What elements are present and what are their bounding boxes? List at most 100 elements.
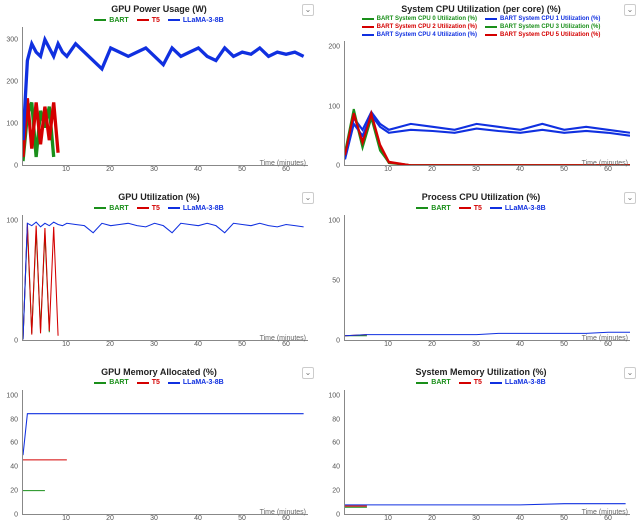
y-tick-label: 20: [10, 488, 18, 495]
x-tick-label: 30: [150, 515, 158, 522]
plot-area[interactable]: 020406080100Time (minutes)102030405060: [324, 390, 638, 527]
legend-item[interactable]: T5: [459, 203, 482, 213]
x-tick-label: 60: [604, 166, 612, 173]
y-tick-label: 40: [332, 464, 340, 471]
panel-proc_cpu: Process CPU Utilization (%)⌄BARTT5LLaMA-…: [324, 192, 638, 352]
x-tick-label: 20: [428, 515, 436, 522]
chart-title: System CPU Utilization (per core) (%): [324, 4, 638, 14]
legend-item[interactable]: T5: [459, 378, 482, 388]
plot-area[interactable]: 020406080100Time (minutes)102030405060: [2, 390, 316, 527]
chart-menu-icon[interactable]: ⌄: [302, 367, 314, 379]
legend-item[interactable]: BART: [94, 203, 128, 213]
x-tick-label: 40: [194, 341, 202, 348]
series-line: [345, 113, 630, 165]
chart-menu-icon[interactable]: ⌄: [624, 367, 636, 379]
x-tick-label: 40: [194, 515, 202, 522]
legend-label: BART System CPU 2 Utilization (%): [377, 23, 477, 31]
legend-item[interactable]: LLaMA-3-8B: [168, 15, 224, 25]
y-tick-label: 0: [14, 163, 18, 170]
x-tick-label: 20: [106, 166, 114, 173]
legend-label: BART System CPU 3 Utilization (%): [500, 23, 600, 31]
y-tick-label: 100: [328, 218, 340, 225]
legend-swatch: [485, 34, 497, 36]
legend-label: BART System CPU 0 Utilization (%): [377, 15, 477, 23]
plot: Time (minutes): [22, 390, 308, 515]
legend-label: LLaMA-3-8B: [183, 16, 224, 25]
chart-title: GPU Utilization (%): [2, 192, 316, 202]
x-tick-label: 30: [472, 166, 480, 173]
y-tick-label: 100: [328, 392, 340, 399]
x-tick-label: 10: [384, 166, 392, 173]
chart-menu-icon[interactable]: ⌄: [624, 192, 636, 204]
x-tick-label: 50: [560, 166, 568, 173]
legend-item[interactable]: LLaMA-3-8B: [490, 378, 546, 388]
y-axis: 050100: [324, 215, 342, 340]
x-tick-label: 60: [604, 341, 612, 348]
legend-item[interactable]: LLaMA-3-8B: [168, 378, 224, 388]
legend-swatch: [416, 382, 428, 384]
plot-area[interactable]: 050100Time (minutes)102030405060: [324, 215, 638, 352]
plot: Time (minutes): [344, 215, 630, 340]
legend-item[interactable]: BART: [416, 378, 450, 388]
x-axis: 102030405060: [22, 166, 308, 178]
legend-item[interactable]: BART System CPU 0 Utilization (%): [362, 15, 477, 23]
chart-title: System Memory Utilization (%): [324, 367, 638, 377]
y-tick-label: 100: [6, 121, 18, 128]
x-tick-label: 40: [516, 341, 524, 348]
x-tick-label: 50: [238, 166, 246, 173]
legend-swatch: [459, 207, 471, 209]
y-tick-label: 200: [6, 78, 18, 85]
legend-swatch: [490, 382, 502, 384]
legend-item[interactable]: BART: [416, 203, 450, 213]
plot: Time (minutes): [344, 390, 630, 515]
x-tick-label: 60: [282, 515, 290, 522]
legend-swatch: [168, 19, 180, 21]
legend-item[interactable]: BART: [94, 15, 128, 25]
legend-swatch: [362, 18, 374, 20]
y-tick-label: 80: [332, 416, 340, 423]
x-tick-label: 10: [384, 341, 392, 348]
x-tick-label: 30: [150, 341, 158, 348]
plot: Time (minutes): [22, 27, 308, 166]
legend-label: T5: [152, 204, 160, 213]
y-tick-label: 100: [6, 218, 18, 225]
legend-swatch: [137, 382, 149, 384]
x-tick-label: 20: [428, 166, 436, 173]
y-tick-label: 0: [14, 512, 18, 519]
plot-area[interactable]: 0100Time (minutes)102030405060: [2, 215, 316, 352]
chart-menu-icon[interactable]: ⌄: [302, 192, 314, 204]
x-tick-label: 60: [604, 515, 612, 522]
legend-swatch: [459, 382, 471, 384]
chart-menu-icon[interactable]: ⌄: [624, 4, 636, 16]
legend-item[interactable]: T5: [137, 15, 160, 25]
legend-item[interactable]: BART System CPU 2 Utilization (%): [362, 23, 477, 31]
legend-item[interactable]: BART: [94, 378, 128, 388]
y-tick-label: 0: [336, 337, 340, 344]
legend-label: T5: [152, 378, 160, 387]
chart-menu-icon[interactable]: ⌄: [302, 4, 314, 16]
legend-label: BART System CPU 5 Utilization (%): [500, 31, 600, 39]
legend-item[interactable]: LLaMA-3-8B: [168, 203, 224, 213]
legend-label: LLaMA-3-8B: [505, 378, 546, 387]
x-tick-label: 50: [238, 515, 246, 522]
legend-item[interactable]: T5: [137, 203, 160, 213]
legend-item[interactable]: BART System CPU 4 Utilization (%): [362, 31, 477, 39]
legend-item[interactable]: BART System CPU 1 Utilization (%): [485, 15, 600, 23]
series-line: [345, 115, 630, 159]
legend-item[interactable]: LLaMA-3-8B: [490, 203, 546, 213]
x-tick-label: 20: [106, 341, 114, 348]
plot-area[interactable]: 0100200300Time (minutes)102030405060: [2, 27, 316, 178]
chart-grid: GPU Power Usage (W)⌄BARTT5LLaMA-3-8B0100…: [0, 0, 640, 531]
legend-swatch: [485, 26, 497, 28]
legend-item[interactable]: T5: [137, 378, 160, 388]
x-tick-label: 10: [62, 166, 70, 173]
legend-label: BART System CPU 1 Utilization (%): [500, 15, 600, 23]
legend-swatch: [416, 207, 428, 209]
x-tick-label: 30: [472, 515, 480, 522]
x-tick-label: 40: [516, 515, 524, 522]
plot-area[interactable]: 0100200Time (minutes)102030405060: [324, 41, 638, 178]
legend-item[interactable]: BART System CPU 5 Utilization (%): [485, 31, 600, 39]
legend-item[interactable]: BART System CPU 3 Utilization (%): [485, 23, 600, 31]
legend-swatch: [168, 382, 180, 384]
legend-swatch: [94, 382, 106, 384]
